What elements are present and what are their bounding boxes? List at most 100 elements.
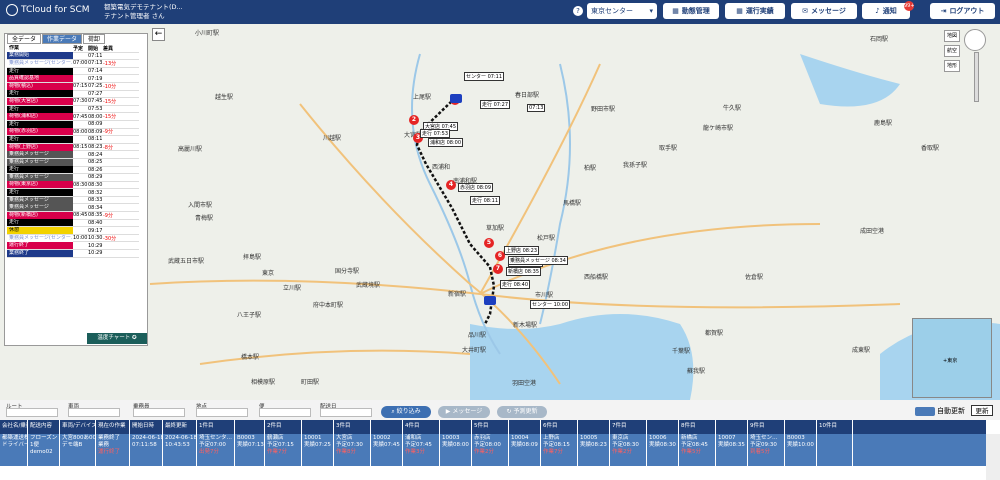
cell-text: 作業2分 bbox=[612, 449, 632, 455]
stop-name-cell: 新橋店 予定08:45 作業5分 bbox=[679, 434, 716, 466]
column-header bbox=[785, 420, 817, 434]
truck-icon[interactable] bbox=[450, 94, 462, 103]
work-name: 走行 bbox=[7, 105, 73, 113]
auto-update-toggle[interactable]: 自動更新 bbox=[915, 406, 965, 416]
cell-text: 実績08:00 bbox=[442, 442, 469, 448]
stop-name-cell: 上野店 予定08:15 作業7分 bbox=[541, 434, 578, 466]
plan-time: 07:00 bbox=[73, 60, 88, 67]
operation-button[interactable]: ▦ 運行実績 bbox=[725, 3, 785, 19]
map-place-label: 成東駅 bbox=[852, 347, 871, 354]
bell-icon: ♪ bbox=[875, 7, 880, 15]
caret-down-icon: ▾ bbox=[649, 7, 653, 15]
help-icon[interactable]: ? bbox=[573, 6, 583, 16]
work-name: 乗務員メッセージ bbox=[7, 158, 73, 166]
grid-icon: ▦ bbox=[736, 7, 743, 15]
tenant-name: 都築電気デモテナント(D... bbox=[104, 3, 183, 11]
map-place-label: 草加駅 bbox=[486, 225, 505, 232]
logo-mark-icon bbox=[6, 4, 18, 16]
column-header: 6件目 bbox=[541, 420, 578, 434]
tab-work-data[interactable]: 作業データ bbox=[42, 34, 83, 44]
minimap[interactable]: +東京 bbox=[912, 318, 992, 398]
map-place-label: 佐倉駅 bbox=[745, 274, 764, 281]
forecast-update-button[interactable]: ↻ 予測更新 bbox=[497, 406, 547, 418]
truck-icon[interactable] bbox=[484, 296, 496, 305]
tenant-info: 都築電気デモテナント(D... テナント管理者 さん bbox=[104, 3, 183, 21]
terrain-button[interactable]: 地形 bbox=[944, 60, 960, 72]
work-name: 走行 bbox=[7, 189, 73, 197]
filter-button[interactable]: ⌕ 絞り込み bbox=[381, 406, 431, 418]
map-place-label: 蘇我駅 bbox=[687, 368, 706, 375]
column-header bbox=[302, 420, 334, 434]
logo-text: TCloud for SCM bbox=[21, 5, 90, 15]
start-time: 07:25 bbox=[88, 83, 103, 90]
tab-all-data[interactable]: 全データ bbox=[7, 34, 42, 44]
cell-text: 予定08:30 bbox=[612, 442, 639, 448]
diff-value: -9分 bbox=[103, 212, 113, 219]
map-place-label: 我孫子駅 bbox=[623, 162, 648, 169]
map-place-label: 東京 bbox=[262, 270, 275, 277]
cell-text: 作業7分 bbox=[543, 449, 563, 455]
column-header: 開始日時 bbox=[130, 420, 163, 434]
center-select[interactable]: 東京センター ▾ bbox=[587, 3, 657, 19]
vehicle-input[interactable] bbox=[68, 408, 120, 417]
column-header: 7件目 bbox=[610, 420, 647, 434]
work-name: 運行終了 bbox=[7, 242, 73, 250]
route-input[interactable] bbox=[6, 408, 58, 417]
driver-input[interactable] bbox=[133, 408, 185, 417]
list-item[interactable]: 業務終了 10:29 bbox=[7, 249, 139, 258]
start-time: 08:40 bbox=[88, 219, 103, 226]
aerial-button[interactable]: 航空 bbox=[944, 45, 960, 57]
logout-button[interactable]: ⇥ ログアウト bbox=[930, 3, 995, 19]
stop-marker[interactable]: 5 bbox=[484, 238, 494, 248]
map-place-label: 千葉駅 bbox=[672, 348, 691, 355]
tab-unload[interactable]: 荷卸 bbox=[83, 34, 106, 44]
map-place-label: 新宿駅 bbox=[448, 291, 467, 298]
health-chart-button[interactable]: 温度チャート ✪ bbox=[87, 333, 147, 344]
stop-name-cell: 大宮店 予定07:30 作業8分 bbox=[334, 434, 371, 466]
toggle-switch[interactable] bbox=[915, 406, 935, 416]
start-time: 08:24 bbox=[88, 151, 103, 158]
operation-label: 運行実績 bbox=[745, 7, 774, 15]
start-time: 08:30 bbox=[88, 181, 103, 188]
stop-marker[interactable]: 4 bbox=[446, 180, 456, 190]
start-time: 08:34 bbox=[88, 204, 103, 211]
map-place-label: 相模原駅 bbox=[251, 379, 276, 386]
map-type-button[interactable]: 地図 bbox=[944, 30, 960, 42]
column-header: 会社名/乗務員 bbox=[0, 420, 28, 434]
compass-icon[interactable] bbox=[964, 29, 986, 51]
cell-text: 大宮800あ0001 bbox=[62, 435, 96, 441]
send-message-button[interactable]: ▶ メッセージ bbox=[438, 406, 490, 418]
start-time: 10:30 bbox=[88, 235, 103, 242]
zoom-slider[interactable] bbox=[974, 52, 979, 102]
notice-button[interactable]: ♪ 通知 bbox=[862, 3, 910, 19]
work-name: 走行 bbox=[7, 166, 73, 174]
map-view[interactable]: 小川町駅 越生駅 高麗川駅 入間市駅 青梅駅 拝島駅 武蔵五日市駅 立川駅 八王子駅 相模原駅 橋本… bbox=[0, 24, 1000, 400]
refresh-button[interactable]: 更新 bbox=[971, 405, 993, 416]
stop-marker[interactable]: 7 bbox=[493, 264, 503, 274]
start-time: 07:53 bbox=[88, 106, 103, 113]
cell-text: 予定09:30 bbox=[750, 442, 777, 448]
map-place-label: 武蔵境駅 bbox=[356, 282, 381, 289]
logout-label: ログアウト bbox=[949, 7, 985, 15]
cell-text: 実績08:09 bbox=[511, 442, 538, 448]
column-header: 4件目 bbox=[403, 420, 440, 434]
work-name: 乗務員メッセージ bbox=[7, 196, 73, 204]
point-input[interactable] bbox=[196, 408, 248, 417]
stop-marker[interactable]: 2 bbox=[409, 115, 419, 125]
back-arrow-icon[interactable]: ← bbox=[152, 28, 165, 41]
start-time: 08:25 bbox=[88, 159, 103, 166]
stop-marker[interactable]: 6 bbox=[495, 251, 505, 261]
cell-text: 10003 bbox=[442, 435, 460, 441]
map-place-label: 馬橋駅 bbox=[563, 200, 582, 207]
cell-text: 東京店 bbox=[612, 435, 629, 441]
date-input[interactable] bbox=[320, 408, 372, 417]
cell-text: demo02 bbox=[30, 449, 53, 455]
column-header: 5件目 bbox=[472, 420, 509, 434]
table-row[interactable]: 都築運送株ドライバーBフローズン1便demo02大宮800あ0001デモ端B業務… bbox=[0, 434, 986, 466]
attendance-button[interactable]: ▦ 動態管理 bbox=[663, 3, 719, 19]
plan-time: 08:00 bbox=[73, 128, 88, 135]
message-button[interactable]: ✉ メッセージ bbox=[791, 3, 857, 19]
trip-input[interactable] bbox=[259, 408, 311, 417]
start-time: 08:33 bbox=[88, 197, 103, 204]
grid-scrollbar[interactable] bbox=[986, 434, 1000, 480]
